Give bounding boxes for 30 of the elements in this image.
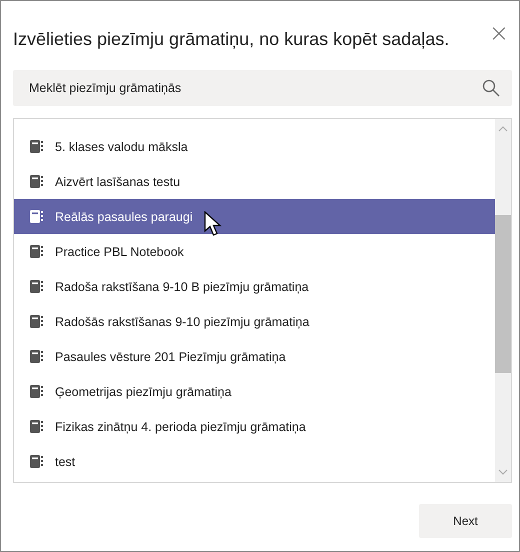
notebook-icon <box>30 140 43 153</box>
close-button[interactable]: × <box>484 21 513 45</box>
notebook-icon <box>30 245 43 258</box>
notebook-item[interactable]: Pasaules vēsture 201 Piezīmju grāmatiņa <box>14 339 495 374</box>
notebook-icon <box>30 280 43 293</box>
notebook-icon <box>30 455 43 468</box>
notebook-icon <box>30 420 43 433</box>
notebook-item[interactable]: Reālās pasaules paraugi <box>14 199 495 234</box>
search-field[interactable]: Meklēt piezīmju grāmatiņās <box>13 70 512 106</box>
notebook-item[interactable]: Practice PBL Notebook <box>14 234 495 269</box>
scroll-up-icon[interactable] <box>498 126 508 132</box>
notebook-item[interactable]: Radoša rakstīšana 9-10 B piezīmju grāmatiņa <box>14 269 495 304</box>
notebook-icon <box>30 210 43 223</box>
notebook-icon <box>30 350 43 363</box>
scroll-thumb[interactable] <box>495 215 511 373</box>
notebook-item[interactable]: 5. klases valodu māksla <box>14 129 495 164</box>
notebook-item[interactable]: Radošās rakstīšanas 9-10 piezīmju grāmatiņa <box>14 304 495 339</box>
pointer-icon <box>204 211 222 237</box>
scrollbar[interactable] <box>495 119 511 482</box>
notebook-icon <box>30 385 43 398</box>
notebook-icon <box>30 315 43 328</box>
notebook-item[interactable]: Ģeometrijas piezīmju grāmatiņa <box>14 374 495 409</box>
notebook-item[interactable]: Aizvērt lasīšanas testu <box>14 164 495 199</box>
next-button[interactable]: Next <box>419 504 512 538</box>
notebook-item[interactable]: test <box>14 444 495 479</box>
search-icon <box>482 79 500 97</box>
notebook-item[interactable]: Fizikas zinātņu 4. perioda piezīmju grāmatiņa <box>14 409 495 444</box>
dialog-title: Izvēlieties piezīmju grāmatiņu, no kuras kopēt sadaļas. <box>13 29 450 50</box>
notebook-icon <box>30 175 43 188</box>
scroll-down-icon[interactable] <box>498 469 508 475</box>
